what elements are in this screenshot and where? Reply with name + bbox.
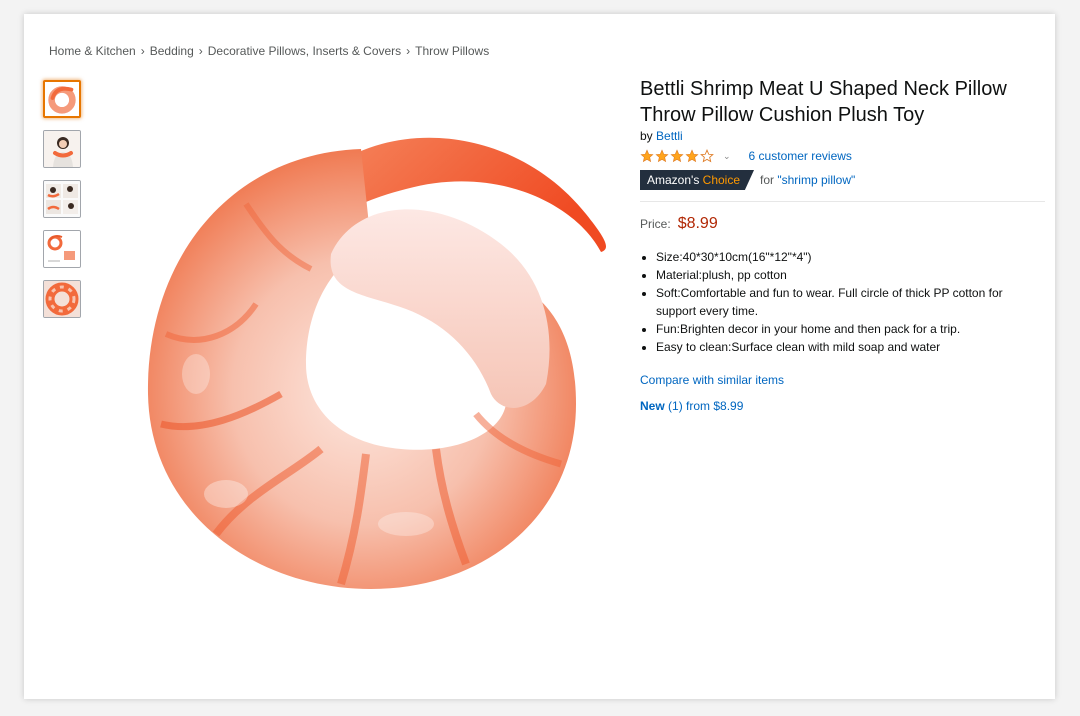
breadcrumb-separator: › xyxy=(140,44,145,58)
product-info: Bettli Shrimp Meat U Shaped Neck Pillow … xyxy=(640,76,1045,413)
breadcrumb-throw-pillows[interactable]: Throw Pillows xyxy=(415,44,489,58)
product-page: Home & Kitchen › Bedding › Decorative Pillow… xyxy=(24,14,1055,699)
choice-keyword-link[interactable]: "shrimp pillow" xyxy=(777,173,855,187)
badge-prefix: Amazon's xyxy=(647,173,700,187)
star-rating[interactable] xyxy=(640,149,715,163)
breadcrumb-separator: › xyxy=(198,44,203,58)
thumbnail-2[interactable] xyxy=(43,130,81,168)
thumbnail-strip xyxy=(43,80,83,330)
feature-bullet: Soft:Comfortable and fun to wear. Full c… xyxy=(656,284,1045,320)
choice-for-text: for "shrimp pillow" xyxy=(760,173,855,187)
woman-with-pillow-thumbnail-icon xyxy=(44,131,80,167)
breadcrumb-decorative-pillows[interactable]: Decorative Pillows, Inserts & Covers xyxy=(208,44,401,58)
feature-bullet: Fun:Brighten decor in your home and then… xyxy=(656,320,1045,338)
shrimp-pillow-thumbnail-icon xyxy=(48,86,76,114)
pillow-usage-collage-thumbnail-icon xyxy=(44,181,80,217)
compare-similar-link[interactable]: Compare with similar items xyxy=(640,373,1045,387)
feature-bullet: Size:40*30*10cm(16"*12"*4") xyxy=(656,248,1045,266)
price-label: Price: xyxy=(640,217,671,231)
thumbnail-4[interactable] xyxy=(43,230,81,268)
breadcrumb-home-kitchen[interactable]: Home & Kitchen xyxy=(49,44,136,58)
price-row: Price: $8.99 xyxy=(640,215,1045,233)
shrimp-closeup-thumbnail-icon xyxy=(44,281,80,317)
breadcrumb-bedding[interactable]: Bedding xyxy=(150,44,194,58)
amazons-choice-badge: Amazon's Choice xyxy=(640,170,755,190)
by-label: by xyxy=(640,129,653,143)
offers-condition: New xyxy=(640,399,665,413)
pillow-dimensions-thumbnail-icon xyxy=(44,231,80,267)
thumbnail-3[interactable] xyxy=(43,180,81,218)
chevron-down-icon[interactable]: ⌄ xyxy=(723,151,731,162)
byline: by Bettli xyxy=(640,129,1045,143)
star-full-icon xyxy=(655,149,669,163)
amazons-choice-row: Amazon's Choice for "shrimp pillow" xyxy=(640,170,1045,190)
customer-reviews-link[interactable]: 6 customer reviews xyxy=(749,149,852,163)
breadcrumb: Home & Kitchen › Bedding › Decorative Pillow… xyxy=(49,44,489,58)
feature-bullet: Material:plush, pp cotton xyxy=(656,266,1045,284)
shrimp-neck-pillow-image-icon xyxy=(147,137,606,589)
price-value: $8.99 xyxy=(677,215,718,232)
star-full-icon xyxy=(685,149,699,163)
rating-row: ⌄ 6 customer reviews xyxy=(640,147,1045,165)
star-empty-icon xyxy=(700,149,714,163)
feature-bullet: Easy to clean:Surface clean with mild so… xyxy=(656,338,1045,356)
product-title: Bettli Shrimp Meat U Shaped Neck Pillow … xyxy=(640,78,1007,126)
for-prefix: for xyxy=(760,173,775,187)
brand-link[interactable]: Bettli xyxy=(656,129,683,143)
thumbnail-5[interactable] xyxy=(43,280,81,318)
feature-bullets: Size:40*30*10cm(16"*12"*4") Material:plu… xyxy=(640,248,1045,356)
thumbnail-1[interactable] xyxy=(43,80,81,118)
divider xyxy=(640,201,1045,202)
main-product-image[interactable] xyxy=(106,94,606,604)
star-full-icon xyxy=(640,149,654,163)
offers-link[interactable]: New (1) from $8.99 xyxy=(640,399,1045,413)
star-full-icon xyxy=(670,149,684,163)
offers-detail: (1) from $8.99 xyxy=(668,399,744,413)
breadcrumb-separator: › xyxy=(406,44,411,58)
badge-accent: Choice xyxy=(702,173,741,187)
